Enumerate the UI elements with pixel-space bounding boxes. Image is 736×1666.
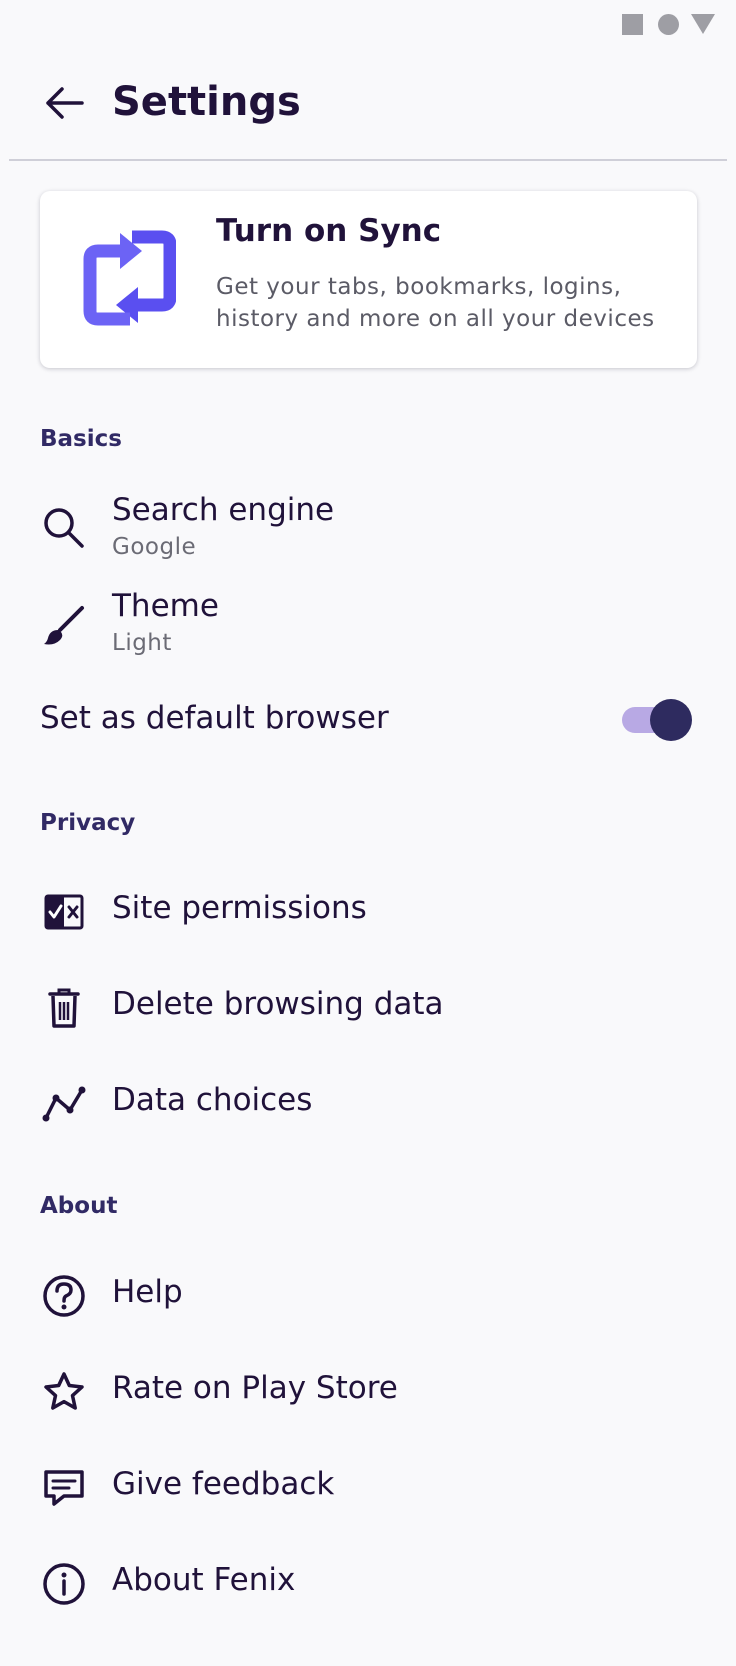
site-permissions-title: Site permissions <box>112 890 367 926</box>
chart-line-icon <box>40 1080 88 1128</box>
status-bar <box>0 0 736 50</box>
permissions-icon <box>40 888 88 936</box>
theme-item[interactable]: Theme Light <box>0 582 736 668</box>
theme-title: Theme <box>112 588 219 624</box>
data-choices-title: Data choices <box>112 1082 313 1118</box>
delete-browsing-data-title: Delete browsing data <box>112 986 444 1022</box>
brush-icon <box>40 602 88 650</box>
square-icon <box>622 14 643 35</box>
search-icon <box>40 504 88 552</box>
sync-title: Turn on Sync <box>216 213 442 249</box>
help-title: Help <box>112 1274 183 1310</box>
section-header-about: About <box>40 1193 118 1219</box>
search-engine-value: Google <box>112 534 197 560</box>
toggle-thumb[interactable] <box>650 699 692 741</box>
toolbar-divider <box>9 159 727 161</box>
search-engine-title: Search engine <box>112 492 335 528</box>
back-arrow-icon <box>46 87 84 119</box>
delete-browsing-data-item[interactable]: Delete browsing data <box>0 968 736 1048</box>
circle-icon <box>658 14 679 35</box>
info-icon <box>40 1560 88 1608</box>
feedback-icon <box>40 1464 88 1512</box>
toolbar: Settings <box>0 50 736 161</box>
data-choices-item[interactable]: Data choices <box>0 1064 736 1144</box>
sync-description: Get your tabs, bookmarks, logins, histor… <box>216 274 655 332</box>
give-feedback-title: Give feedback <box>112 1466 335 1502</box>
search-engine-item[interactable]: Search engine Google <box>0 486 736 572</box>
sync-icon <box>83 230 176 326</box>
rate-play-store-item[interactable]: Rate on Play Store <box>0 1352 736 1432</box>
default-browser-title: Set as default browser <box>40 700 389 736</box>
triangle-icon <box>691 14 715 34</box>
about-fenix-title: About Fenix <box>112 1562 296 1598</box>
help-icon <box>40 1272 88 1320</box>
back-button[interactable] <box>36 79 92 127</box>
theme-value: Light <box>112 630 172 656</box>
sync-card[interactable]: Turn on Sync Get your tabs, bookmarks, l… <box>40 191 697 368</box>
help-item[interactable]: Help <box>0 1256 736 1336</box>
section-header-privacy: Privacy <box>40 810 136 836</box>
site-permissions-item[interactable]: Site permissions <box>0 872 736 952</box>
star-icon <box>40 1368 88 1416</box>
rate-play-store-title: Rate on Play Store <box>112 1370 398 1406</box>
about-fenix-item[interactable]: About Fenix <box>0 1544 736 1624</box>
give-feedback-item[interactable]: Give feedback <box>0 1448 736 1528</box>
trash-icon <box>40 984 88 1032</box>
page-title: Settings <box>112 79 301 125</box>
section-header-basics: Basics <box>40 426 122 452</box>
